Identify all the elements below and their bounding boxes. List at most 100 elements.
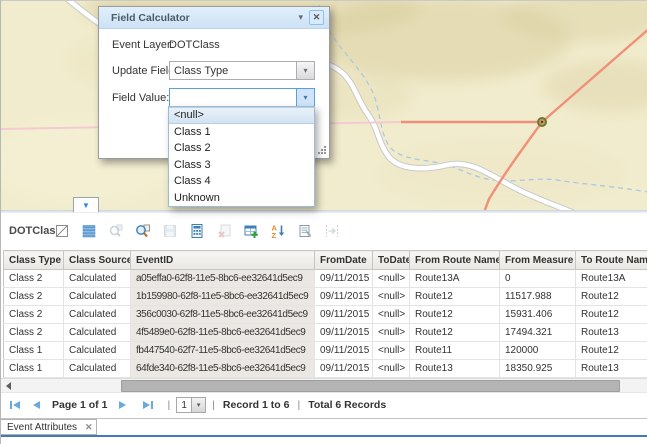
chevron-down-icon[interactable]: ▾ <box>296 89 314 106</box>
column-header-todate[interactable]: ToDate <box>373 251 410 270</box>
table-cell[interactable]: 18350.925 <box>500 360 576 378</box>
table-cell[interactable]: <null> <box>373 288 410 306</box>
table-row[interactable]: Class 2 Calculated 356c0030-62f8-11e5-8b… <box>4 306 647 324</box>
table-cell[interactable]: Class 2 <box>4 324 64 342</box>
table-cell[interactable]: 09/11/2015 <box>315 288 373 306</box>
table-cell[interactable]: 09/11/2015 <box>315 360 373 378</box>
table-cell[interactable]: 120000 <box>500 342 576 360</box>
dropdown-option-unknown[interactable]: Unknown <box>169 190 314 207</box>
report-icon <box>297 223 313 239</box>
table-cell[interactable]: <null> <box>373 306 410 324</box>
add-records-button[interactable] <box>243 223 259 239</box>
column-header-from-measure[interactable]: From Measure <box>500 251 576 270</box>
table-cell[interactable]: Class 2 <box>4 306 64 324</box>
zoom-to-features-button[interactable] <box>135 223 151 239</box>
dropdown-option-null[interactable]: <null> <box>169 107 314 124</box>
column-header-eventid[interactable]: EventID <box>131 251 315 270</box>
last-page-button[interactable] <box>141 398 155 412</box>
table-row[interactable]: Class 1 Calculated fb447540-62f7-11e5-8b… <box>4 342 647 360</box>
scroll-left-arrow[interactable] <box>6 382 11 390</box>
chevron-down-icon[interactable]: ▾ <box>296 62 314 79</box>
table-cell[interactable]: <null> <box>373 360 410 378</box>
table-cell-eventid[interactable]: fb447540-62f7-11e5-8bc6-ee32641d5ec9 <box>131 342 315 360</box>
table-cell-eventid[interactable]: 1b159980-62f8-11e5-8bc6-ee32641d5ec9 <box>131 288 315 306</box>
first-page-button[interactable] <box>8 398 22 412</box>
table-cell-eventid[interactable]: a05effa0-62f8-11e5-8bc6-ee32641d5ec9 <box>131 270 315 288</box>
table-cell[interactable]: Class 1 <box>4 360 64 378</box>
table-cell[interactable]: <null> <box>373 324 410 342</box>
table-cell[interactable]: Class 1 <box>4 342 64 360</box>
application-window: ▼ Field Calculator ▾ ✕ Event Layer: DOTC… <box>0 0 647 444</box>
table-cell[interactable]: Route13A <box>410 270 500 288</box>
table-cell[interactable]: Route13A <box>576 270 647 288</box>
table-row[interactable]: Class 1 Calculated 64fde340-62f8-11e5-8b… <box>4 360 647 378</box>
table-cell[interactable]: Calculated <box>64 360 131 378</box>
select-features-icon <box>54 223 70 239</box>
next-page-button[interactable] <box>115 398 129 412</box>
table-cell[interactable]: Route12 <box>410 288 500 306</box>
table-cell[interactable]: 09/11/2015 <box>315 324 373 342</box>
table-cell-eventid[interactable]: 4f5489e0-62f8-11e5-8bc6-ee32641d5ec9 <box>131 324 315 342</box>
table-cell[interactable]: <null> <box>373 342 410 360</box>
table-cell[interactable]: Calculated <box>64 270 131 288</box>
table-row[interactable]: Class 2 Calculated 1b159980-62f8-11e5-8b… <box>4 288 647 306</box>
dropdown-option-class3[interactable]: Class 3 <box>169 157 314 174</box>
table-cell-eventid[interactable]: 356c0030-62f8-11e5-8bc6-ee32641d5ec9 <box>131 306 315 324</box>
tab-event-attributes[interactable]: Event Attributes ✕ <box>1 419 97 435</box>
table-row[interactable]: Class 2 Calculated a05effa0-62f8-11e5-8b… <box>4 270 647 288</box>
column-header-from-route-name[interactable]: From Route Name <box>410 251 500 270</box>
table-cell[interactable]: Calculated <box>64 288 131 306</box>
table-cell[interactable]: Route13 <box>576 360 647 378</box>
table-cell[interactable]: Route11 <box>410 342 500 360</box>
chevron-down-icon[interactable]: ▾ <box>192 397 206 413</box>
table-cell[interactable]: Route12 <box>576 342 647 360</box>
table-cell[interactable]: Route12 <box>576 306 647 324</box>
table-cell[interactable]: Class 2 <box>4 270 64 288</box>
collapse-panel-button[interactable]: ▼ <box>73 197 99 212</box>
table-cell[interactable]: Calculated <box>64 324 131 342</box>
page-select[interactable]: 1 ▾ <box>176 397 206 413</box>
dialog-titlebar[interactable]: Field Calculator ▾ ✕ <box>99 7 329 29</box>
table-cell[interactable]: 0 <box>500 270 576 288</box>
dialog-resize-grip[interactable] <box>317 146 326 155</box>
previous-page-button[interactable] <box>30 398 44 412</box>
scrollbar-thumb[interactable] <box>121 380 620 392</box>
field-calculator-button[interactable] <box>189 223 205 239</box>
field-value-combobox[interactable]: ▾ <box>169 88 315 107</box>
dialog-close-button[interactable]: ✕ <box>309 10 324 25</box>
table-cell[interactable]: Route13 <box>410 360 500 378</box>
table-cell[interactable]: 11517.988 <box>500 288 576 306</box>
dropdown-option-class2[interactable]: Class 2 <box>169 140 314 157</box>
column-header-class-source[interactable]: Class Source <box>64 251 131 270</box>
svg-text:Z: Z <box>272 231 277 239</box>
table-cell[interactable]: Calculated <box>64 306 131 324</box>
table-cell[interactable]: Route12 <box>576 288 647 306</box>
table-cell[interactable]: Calculated <box>64 342 131 360</box>
table-cell[interactable]: <null> <box>373 270 410 288</box>
zoom-to-selected-button <box>108 223 124 239</box>
table-cell[interactable]: 09/11/2015 <box>315 342 373 360</box>
select-features-button[interactable] <box>54 223 70 239</box>
dialog-minimize-button[interactable]: ▾ <box>298 12 303 23</box>
column-header-fromdate[interactable]: FromDate <box>315 251 373 270</box>
column-header-to-route-name[interactable]: To Route Name <box>576 251 647 270</box>
table-cell-eventid[interactable]: 64fde340-62f8-11e5-8bc6-ee32641d5ec9 <box>131 360 315 378</box>
table-cell[interactable]: Route12 <box>410 324 500 342</box>
table-cell[interactable]: Route12 <box>410 306 500 324</box>
table-cell[interactable]: Route13 <box>576 324 647 342</box>
horizontal-scrollbar[interactable] <box>1 378 647 393</box>
column-header-class-type[interactable]: Class Type <box>4 251 64 270</box>
table-cell[interactable]: 17494.321 <box>500 324 576 342</box>
show-selected-records-button[interactable] <box>81 223 97 239</box>
close-icon[interactable]: ✕ <box>85 422 93 433</box>
report-button[interactable] <box>297 223 313 239</box>
dropdown-option-class4[interactable]: Class 4 <box>169 173 314 190</box>
dropdown-option-class1[interactable]: Class 1 <box>169 124 314 141</box>
table-cell[interactable]: 15931.406 <box>500 306 576 324</box>
update-field-combobox[interactable]: Class Type ▾ <box>169 61 315 80</box>
table-cell[interactable]: 09/11/2015 <box>315 306 373 324</box>
sort-button[interactable]: AZ <box>270 223 286 239</box>
table-row[interactable]: Class 2 Calculated 4f5489e0-62f8-11e5-8b… <box>4 324 647 342</box>
table-cell[interactable]: Class 2 <box>4 288 64 306</box>
table-cell[interactable]: 09/11/2015 <box>315 270 373 288</box>
